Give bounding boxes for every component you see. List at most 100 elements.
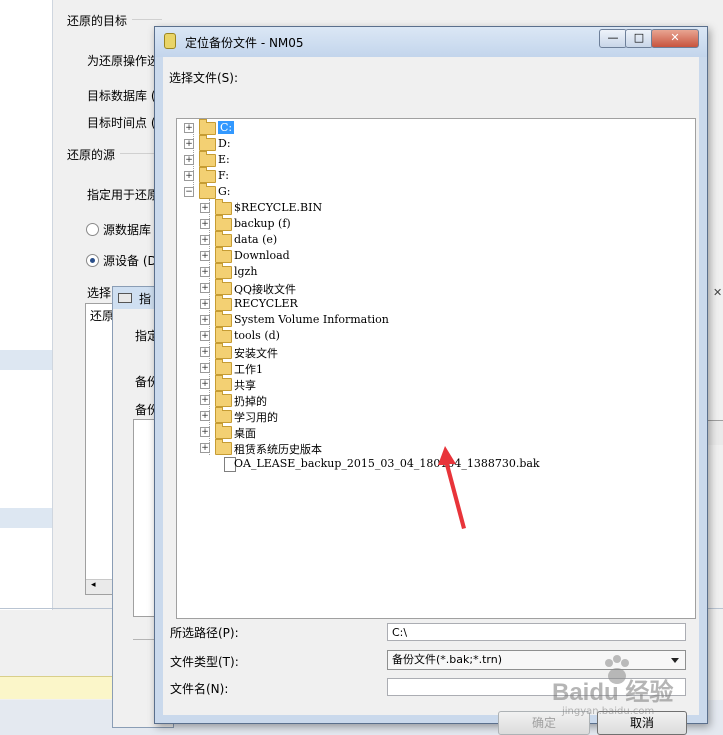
tree-item-label: $RECYCLE.BIN bbox=[234, 201, 323, 214]
tree-item-label: Download bbox=[234, 249, 290, 262]
tree-item-label: 租赁系统历史版本 bbox=[234, 443, 322, 456]
folder-icon bbox=[215, 423, 232, 439]
folder-icon bbox=[215, 327, 232, 343]
specify-backup-title: 指 bbox=[139, 292, 152, 306]
folder-icon bbox=[215, 263, 232, 279]
backup-sets-grid[interactable]: 还原 ◂ bbox=[85, 303, 115, 595]
collapse-icon[interactable]: − bbox=[184, 187, 194, 197]
source-database-label: 源数据库 bbox=[103, 223, 152, 237]
folder-icon bbox=[215, 311, 232, 327]
tree-item-label: OA_LEASE_backup_2015_03_04_180104_138873… bbox=[234, 457, 540, 470]
expand-icon[interactable]: + bbox=[200, 331, 210, 341]
page-selector-pane bbox=[0, 0, 53, 610]
folder-icon bbox=[215, 279, 232, 295]
tree-item-label: 扔掉的 bbox=[234, 395, 267, 408]
file-tree[interactable]: + C: + D: + E: + F: − G: + $RECYCLE.BIN + backup (f) +… bbox=[176, 118, 696, 619]
expand-icon[interactable]: + bbox=[200, 411, 210, 421]
grid-horizontal-scrollbar[interactable]: ◂ bbox=[86, 579, 114, 594]
expand-icon[interactable]: + bbox=[200, 283, 210, 293]
file-type-value: 备份文件(*.bak;*.trn) bbox=[392, 653, 502, 666]
close-button[interactable]: ✕ bbox=[651, 29, 699, 48]
dialog-titlebar: 定位备份文件 - NM05 — □ ✕ bbox=[155, 27, 707, 57]
folder-icon bbox=[199, 167, 216, 183]
tree-item-label: 共享 bbox=[234, 379, 256, 392]
background-panel-edge bbox=[706, 420, 723, 445]
source-description: 指定用于还原 bbox=[87, 188, 160, 202]
file-name-label: 文件名(N): bbox=[170, 682, 229, 696]
expand-icon[interactable]: + bbox=[200, 235, 210, 245]
tree-item-label: E: bbox=[218, 153, 230, 166]
folder-icon bbox=[215, 199, 232, 215]
dialog-client: 选择文件(S): + C: + D: + E: + F: − G: + $RECYCLE.BIN + ba… bbox=[163, 57, 699, 735]
watermark-url: jingyan.baidu.com bbox=[562, 706, 655, 717]
dialog-title: 定位备份文件 - NM05 bbox=[185, 36, 304, 50]
target-group-title: 还原的目标 bbox=[67, 14, 128, 28]
source-device-radio[interactable] bbox=[86, 254, 99, 267]
scroll-left-icon[interactable]: ◂ bbox=[91, 580, 96, 590]
tree-item-label: data (e) bbox=[234, 233, 278, 246]
database-icon bbox=[164, 33, 176, 49]
folder-icon bbox=[215, 215, 232, 231]
source-database-radio[interactable] bbox=[86, 223, 99, 236]
folder-icon bbox=[199, 119, 216, 135]
target-database-label: 目标数据库 ( bbox=[87, 89, 156, 103]
window-icon bbox=[118, 293, 132, 303]
folder-icon bbox=[215, 343, 232, 359]
expand-icon[interactable]: + bbox=[200, 395, 210, 405]
tree-item-label: C: bbox=[218, 121, 235, 134]
folder-icon bbox=[215, 407, 232, 423]
tree-item-label: 工作1 bbox=[234, 363, 263, 376]
grid-header-restore: 还原 bbox=[90, 309, 115, 323]
expand-icon[interactable]: + bbox=[200, 427, 210, 437]
page-selector-item[interactable] bbox=[0, 508, 52, 528]
expand-icon[interactable]: + bbox=[200, 379, 210, 389]
page-selector-item[interactable] bbox=[0, 350, 52, 370]
expand-icon[interactable]: + bbox=[200, 219, 210, 229]
tree-item-label: System Volume Information bbox=[234, 313, 389, 326]
expand-icon[interactable]: + bbox=[200, 203, 210, 213]
tree-item-label: lgzh bbox=[234, 265, 258, 278]
folder-icon bbox=[215, 359, 232, 375]
tree-item-label: 学习用的 bbox=[234, 411, 278, 424]
folder-icon bbox=[215, 231, 232, 247]
select-file-label: 选择文件(S): bbox=[169, 71, 239, 85]
select-backup-sets-label: 选择 bbox=[87, 286, 112, 300]
folder-icon bbox=[215, 247, 232, 263]
source-device-label: 源设备 (D) bbox=[103, 254, 162, 268]
group-divider bbox=[132, 19, 162, 20]
tree-item-label: tools (d) bbox=[234, 329, 280, 342]
tree-item-label: 安装文件 bbox=[234, 347, 278, 360]
tree-item-label: RECYCLER bbox=[234, 297, 298, 310]
red-arrow-annotation bbox=[438, 446, 466, 529]
file-type-label: 文件类型(T): bbox=[170, 655, 239, 669]
expand-icon[interactable]: + bbox=[200, 299, 210, 309]
expand-icon[interactable]: + bbox=[184, 155, 194, 165]
selected-path-label: 所选路径(P): bbox=[170, 626, 239, 640]
expand-icon[interactable]: + bbox=[200, 443, 210, 453]
folder-icon bbox=[215, 391, 232, 407]
baidu-watermark: Baidu 经验 jingyan.baidu.com bbox=[552, 654, 722, 734]
expand-icon[interactable]: + bbox=[200, 363, 210, 373]
tree-item-label: backup (f) bbox=[234, 217, 291, 230]
maximize-button[interactable]: □ bbox=[625, 29, 653, 48]
expand-icon[interactable]: + bbox=[200, 251, 210, 261]
expand-icon[interactable]: + bbox=[184, 171, 194, 181]
expand-icon[interactable]: + bbox=[184, 139, 194, 149]
tree-item-label: F: bbox=[218, 169, 229, 182]
source-group-title: 还原的源 bbox=[67, 148, 116, 162]
folder-icon bbox=[215, 295, 232, 311]
expand-icon[interactable]: + bbox=[184, 123, 194, 133]
expand-icon[interactable]: + bbox=[200, 347, 210, 357]
target-description: 为还原操作选 bbox=[87, 54, 160, 68]
selected-path-field[interactable]: C:\ bbox=[387, 623, 686, 641]
folder-icon bbox=[199, 183, 216, 199]
target-time-label: 目标时间点 ( bbox=[87, 116, 156, 130]
folder-icon bbox=[199, 135, 216, 151]
expand-icon[interactable]: + bbox=[200, 267, 210, 277]
tree-item-label: D: bbox=[218, 137, 231, 150]
minimize-button[interactable]: — bbox=[599, 29, 627, 48]
background-close-icon[interactable]: ✕ bbox=[713, 286, 722, 299]
tree-item-label: 桌面 bbox=[234, 427, 256, 440]
tree-item-label: QQ接收文件 bbox=[234, 283, 297, 296]
expand-icon[interactable]: + bbox=[200, 315, 210, 325]
